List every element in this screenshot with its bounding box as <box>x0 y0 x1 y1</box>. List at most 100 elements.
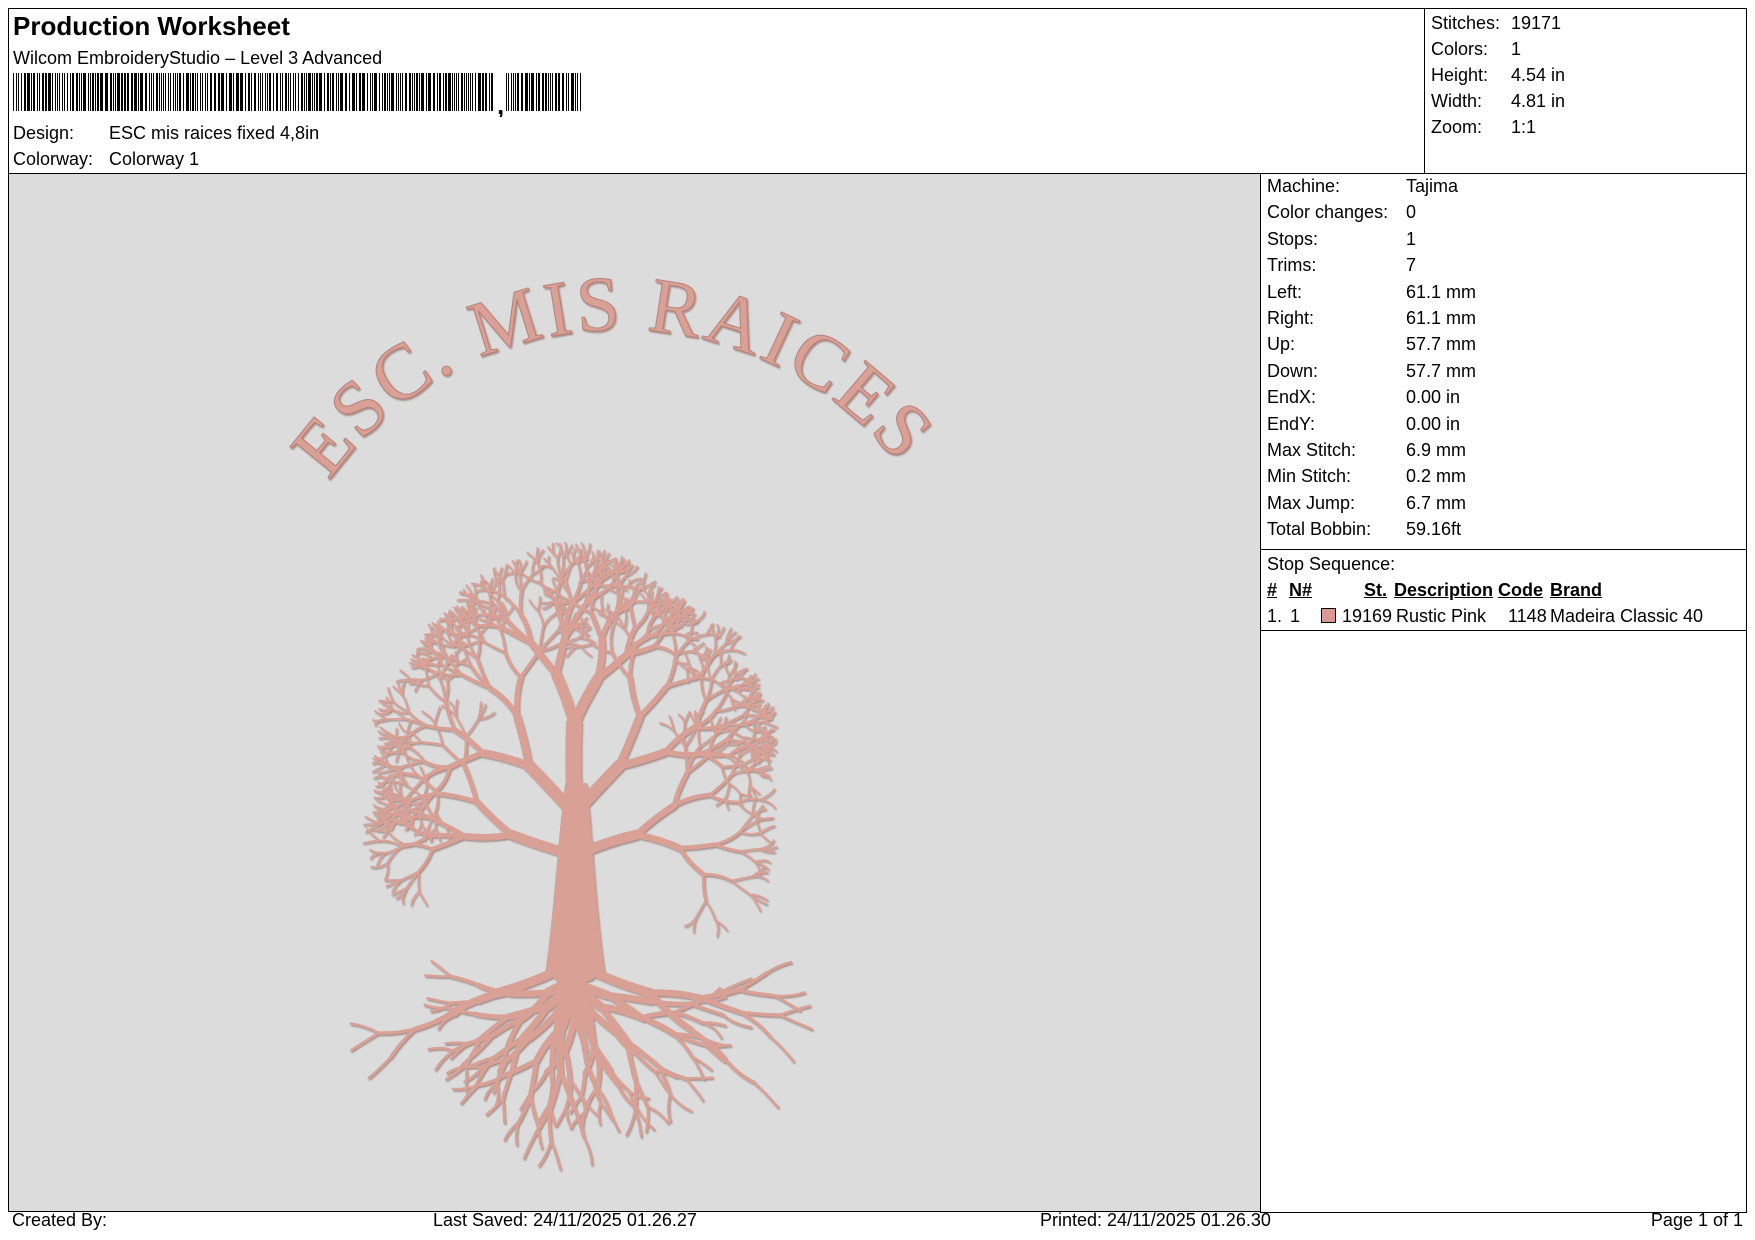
tree-branch <box>537 595 541 612</box>
stat-value: 61.1 mm <box>1406 281 1477 302</box>
summary-value: 4.81 in <box>1511 91 1566 111</box>
barcode-bar <box>48 73 51 111</box>
barcode-bar <box>362 73 365 111</box>
tree-branch <box>759 788 776 801</box>
barcode-bar <box>545 73 547 111</box>
barcode-bar <box>79 73 80 111</box>
barcode-bar <box>285 73 287 111</box>
barcode-bar <box>517 73 519 111</box>
barcode-bar <box>374 73 377 111</box>
barcode-bar <box>62 73 63 111</box>
barcode-bar <box>389 73 390 111</box>
tree-branch <box>565 550 572 566</box>
tree-branch <box>424 723 456 731</box>
created-by: Created By: <box>12 1210 108 1230</box>
col-header-brand: Brand <box>1550 580 1603 600</box>
stat-value: 0.00 in <box>1406 387 1461 408</box>
stat-row: Trims: 7 <box>1261 254 1746 280</box>
barcode-bar <box>552 73 553 111</box>
tree-branch <box>751 875 769 882</box>
tree-root <box>444 1041 469 1045</box>
stat-label: Left: <box>1267 281 1303 302</box>
tree-branch <box>421 710 436 725</box>
tree-branch <box>743 769 751 787</box>
barcode-bar <box>421 73 424 111</box>
barcode-bar <box>229 73 232 111</box>
tree-root <box>608 1110 620 1132</box>
tree-branch <box>699 676 707 702</box>
embroidery-design: ESC. MIS RAICES <box>273 259 950 1171</box>
tree-branch <box>551 542 559 559</box>
barcode-bar <box>262 73 263 111</box>
tree-root <box>644 1105 649 1133</box>
barcode-bar <box>33 73 35 111</box>
tree-root <box>528 1093 540 1126</box>
tree-branch <box>519 649 542 679</box>
tree-branch <box>671 792 712 808</box>
barcode-bar <box>470 73 471 111</box>
tree-root <box>350 1031 380 1052</box>
tree-branch <box>623 610 627 630</box>
tree-branch <box>712 843 741 853</box>
tree-branch <box>738 819 758 833</box>
tree-branch <box>759 824 776 834</box>
printed-date: Printed: 24/11/2025 01.26.30 <box>1040 1210 1271 1230</box>
tree-branch <box>410 890 420 906</box>
barcode-bar <box>177 73 178 111</box>
tree-branch <box>473 798 515 838</box>
tree-branch <box>461 831 515 841</box>
barcode-bar <box>571 73 574 111</box>
barcode-bar <box>175 73 176 111</box>
barcode-bar <box>312 73 313 111</box>
tree-root <box>768 1035 795 1063</box>
tree-branch <box>728 782 741 795</box>
barcode-bar <box>531 73 534 111</box>
tree-branch <box>730 875 754 882</box>
tree-branch <box>695 899 707 919</box>
barcode-bar <box>127 73 129 111</box>
tree-branch <box>418 657 434 661</box>
design-label: Design: <box>13 123 75 143</box>
tree-branch <box>577 562 582 583</box>
barcode-bar <box>452 73 453 111</box>
barcode-bar <box>352 73 355 111</box>
tree-branch <box>417 847 434 873</box>
colorway-label: Colorway: <box>13 149 94 169</box>
stat-value: 6.7 mm <box>1406 492 1467 513</box>
tree-branch <box>578 636 594 642</box>
tree-branch <box>536 549 545 564</box>
tree-branch <box>725 740 744 745</box>
barcode-bar <box>280 73 281 111</box>
tree-branch <box>588 610 604 642</box>
barcode-bar <box>145 73 147 111</box>
barcode-bar <box>195 73 196 111</box>
barcode-bar <box>265 73 266 111</box>
stat-label: EndY: <box>1267 413 1316 434</box>
barcode-bar <box>190 73 191 111</box>
barcode-bar <box>295 73 296 111</box>
tree-branch <box>417 870 420 893</box>
tree-branch <box>501 565 508 580</box>
barcode-bar <box>308 73 311 111</box>
summary-row: Zoom: 1:1 <box>1425 116 1746 142</box>
stat-row: EndX: 0.00 in <box>1261 386 1746 412</box>
colorway-name: Colorway 1 <box>109 149 200 169</box>
barcode-bar <box>210 73 212 111</box>
tree-root <box>646 1105 670 1124</box>
tree-branch <box>704 899 716 921</box>
barcode-bar <box>156 73 158 111</box>
tree-root <box>472 1011 511 1020</box>
summary-row: Stitches: 19171 <box>1425 12 1746 38</box>
tree-branch <box>514 674 524 720</box>
tree-branch <box>363 823 382 826</box>
tree-branch <box>420 671 440 681</box>
tree-branch <box>499 630 507 654</box>
tree-branch <box>444 678 449 703</box>
barcode-bar <box>478 73 481 111</box>
barcode-bar <box>240 73 243 111</box>
tree-branch <box>378 708 393 712</box>
barcode-bar <box>458 73 459 111</box>
stat-value: 57.7 mm <box>1406 360 1477 381</box>
tree-branch <box>730 879 752 896</box>
tree-branch <box>436 791 479 804</box>
